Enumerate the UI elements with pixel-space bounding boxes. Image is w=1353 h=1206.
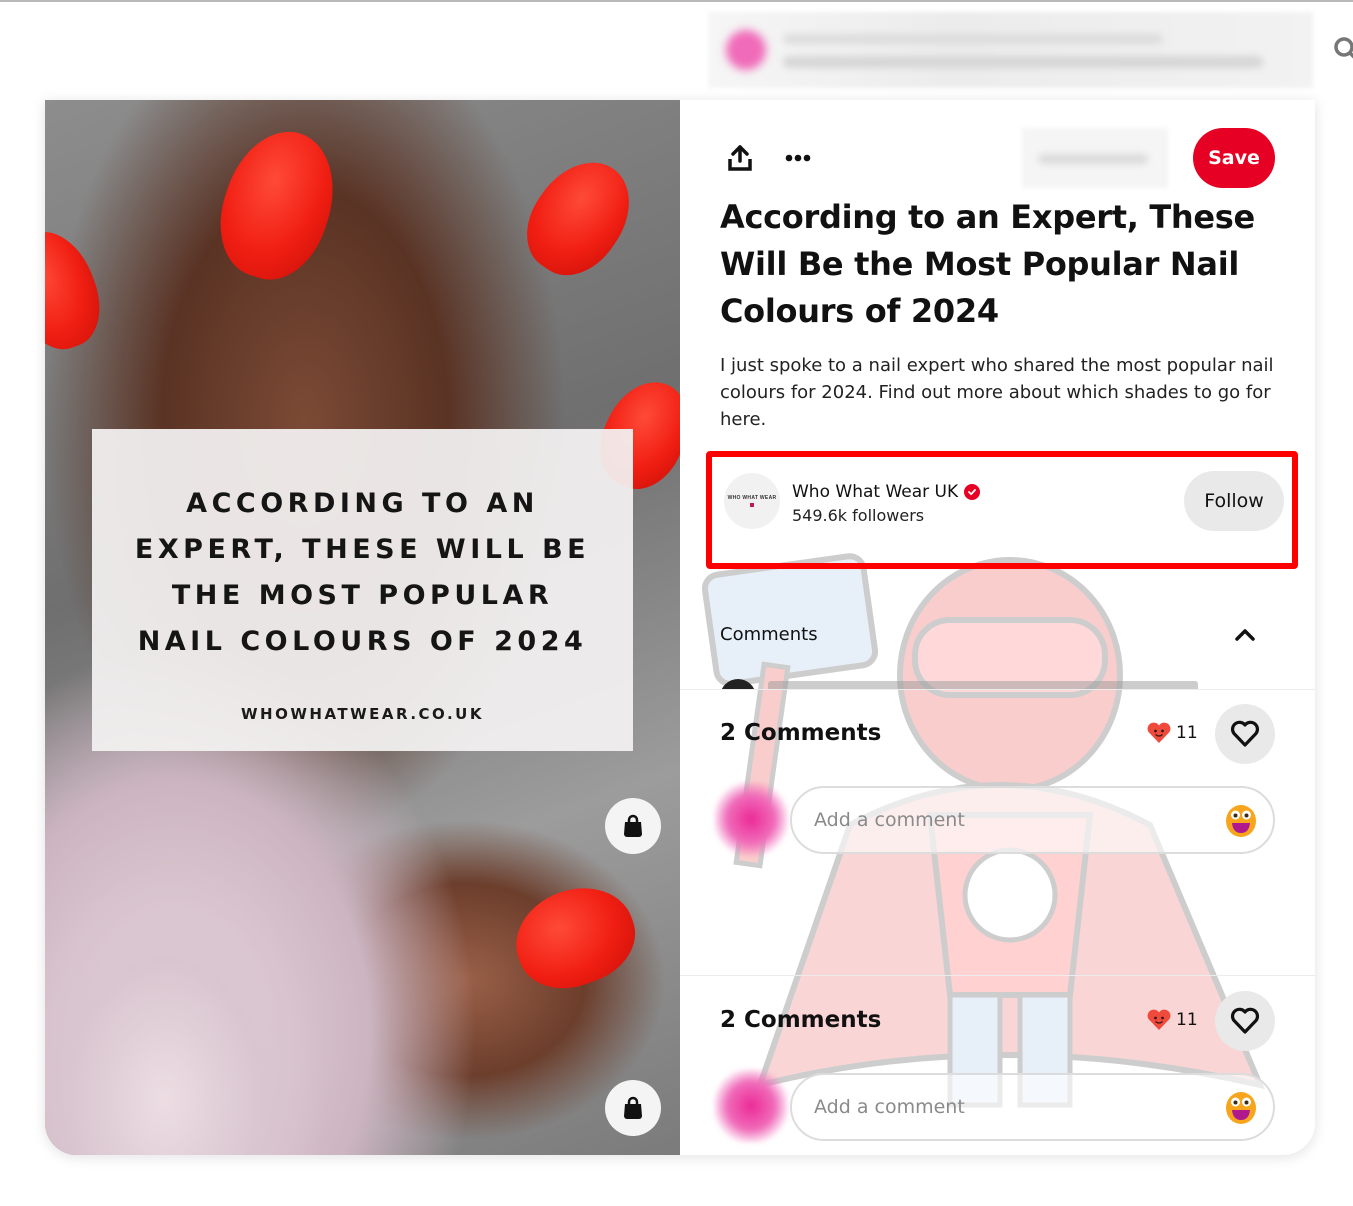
comment-count: 2 Comments	[720, 720, 882, 746]
creator-name[interactable]: Who What Wear UK	[792, 482, 958, 502]
nail-decoration	[204, 117, 351, 293]
creator-section: WHO WHAT WEAR Who What Wear UK 549.6k fo…	[706, 451, 1298, 569]
heart-outline-icon	[1230, 1007, 1260, 1034]
search-icon[interactable]	[1333, 35, 1353, 63]
overlay-line: THE MOST POPULAR	[171, 580, 554, 611]
overlay-line: EXPERT, THESE WILL BE	[134, 534, 591, 565]
overlay-url: WHOWHATWEAR.CO.UK	[241, 705, 484, 723]
save-button[interactable]: Save	[1193, 128, 1275, 188]
pin-description: I just spoke to a nail expert who shared…	[720, 355, 1274, 430]
creator-avatar[interactable]: WHO WHAT WEAR	[724, 473, 780, 529]
pin-closeup-card: ACCORDING TO AN EXPERT, THESE WILL BE TH…	[45, 100, 1315, 1155]
reaction-count: 11	[1176, 723, 1198, 743]
flag-icon	[750, 503, 754, 507]
comment-preview	[720, 675, 1200, 689]
comment-count: 2 Comments	[720, 1007, 882, 1033]
user-avatar	[714, 1069, 788, 1143]
window-top-border	[0, 0, 1353, 2]
share-icon	[728, 145, 752, 171]
shopping-bag-icon	[624, 814, 642, 837]
follow-button[interactable]: Follow	[1184, 471, 1284, 531]
comment-input[interactable]	[790, 1073, 1275, 1141]
shopping-bag-icon	[624, 1096, 642, 1119]
heart-outline-icon	[1230, 720, 1260, 747]
comments-heading[interactable]: Comments	[720, 624, 818, 645]
overlay-title: ACCORDING TO AN EXPERT, THESE WILL BE TH…	[92, 481, 633, 665]
user-avatar	[714, 782, 788, 856]
more-options-button[interactable]	[778, 138, 818, 178]
emoji-icon[interactable]	[1225, 1091, 1257, 1125]
nail-decoration	[45, 219, 114, 361]
overlay-line: ACCORDING TO AN	[186, 488, 539, 519]
commenter-avatar	[720, 679, 756, 689]
reaction-summary[interactable]: 11	[1146, 722, 1198, 744]
more-options-icon	[785, 154, 811, 162]
blurred-text	[783, 56, 1263, 68]
nail-decoration	[502, 872, 648, 1003]
pin-image[interactable]: ACCORDING TO AN EXPERT, THESE WILL BE TH…	[45, 100, 680, 1155]
image-text-overlay: ACCORDING TO AN EXPERT, THESE WILL BE TH…	[92, 429, 633, 751]
pin-title: According to an Expert, These Will Be th…	[720, 198, 1255, 330]
divider	[680, 975, 1315, 976]
blurred-text	[783, 34, 1163, 44]
creator-followers: 549.6k followers	[792, 506, 925, 525]
nail-decoration	[508, 143, 650, 293]
reaction-summary[interactable]: 11	[1146, 1009, 1198, 1031]
shop-button[interactable]	[605, 1080, 661, 1136]
share-button[interactable]	[720, 138, 760, 178]
overlay-line: NAIL COLOURS OF 2024	[137, 626, 588, 657]
pin-toolbar: Save	[720, 128, 1275, 190]
react-button[interactable]	[1215, 991, 1275, 1051]
pin-details: Save According to an Expert, These Will …	[680, 100, 1315, 1155]
comment-footer: 2 Comments 11	[680, 700, 1315, 860]
react-button[interactable]	[1215, 704, 1275, 764]
comment-input[interactable]	[790, 786, 1275, 854]
creator-name-row[interactable]: Who What Wear UK	[792, 482, 981, 502]
blurred-avatar	[726, 30, 766, 70]
heart-face-icon	[1147, 1009, 1171, 1030]
comment-footer: 2 Comments 11	[680, 987, 1315, 1147]
heart-face-icon	[1147, 722, 1171, 743]
board-selector[interactable]	[1022, 128, 1168, 188]
chevron-up-icon[interactable]	[1230, 620, 1260, 650]
divider	[680, 689, 1315, 690]
verified-icon	[964, 484, 981, 500]
emoji-icon[interactable]	[1225, 804, 1257, 838]
reaction-count: 11	[1176, 1010, 1198, 1030]
blurred-header-content	[708, 12, 1313, 88]
comment-text-obscured	[768, 681, 1198, 689]
shop-button[interactable]	[605, 798, 661, 854]
creator-avatar-text: WHO WHAT WEAR	[727, 495, 777, 501]
